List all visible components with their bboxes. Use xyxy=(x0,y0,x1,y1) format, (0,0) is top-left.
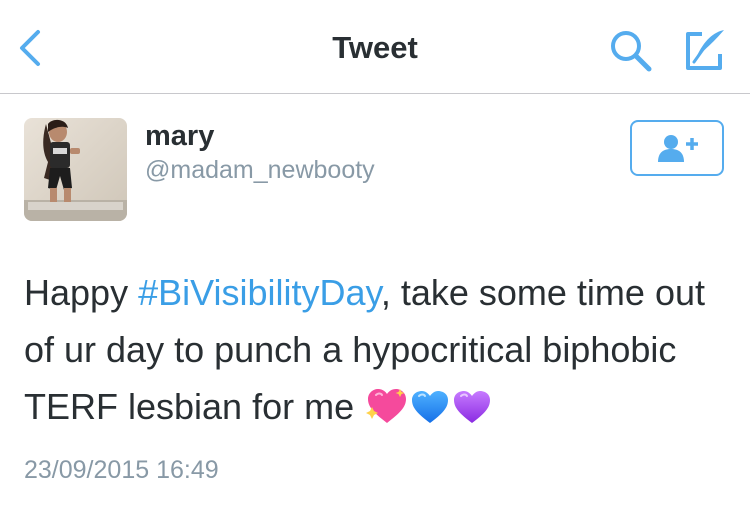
blue-heart-emoji xyxy=(412,391,449,423)
tweet-text: Happy #BiVisibilityDay, take some time o… xyxy=(24,264,736,441)
purple-heart-emoji xyxy=(454,391,491,423)
follow-button[interactable] xyxy=(630,120,724,176)
compose-tweet-icon xyxy=(686,30,724,70)
avatar-photo xyxy=(24,118,127,221)
sparkling-heart-emoji xyxy=(366,389,407,423)
add-user-icon xyxy=(658,135,698,162)
user-display-name[interactable]: mary xyxy=(145,120,214,153)
tweet-timestamp: 23/09/2015 16:49 xyxy=(24,456,219,484)
hashtag-link[interactable]: #BiVisibilityDay xyxy=(138,272,381,313)
nav-bar: Tweet xyxy=(0,0,750,94)
avatar[interactable] xyxy=(24,118,127,221)
chevron-left-icon xyxy=(20,30,40,66)
search-icon xyxy=(611,31,652,72)
tweet-text-before: Happy xyxy=(24,272,139,313)
emoji-group xyxy=(364,384,492,441)
user-handle[interactable]: @madam_newbooty xyxy=(145,156,375,185)
search-button[interactable] xyxy=(608,28,654,74)
compose-tweet-button[interactable] xyxy=(680,24,730,74)
back-button[interactable] xyxy=(14,28,54,68)
